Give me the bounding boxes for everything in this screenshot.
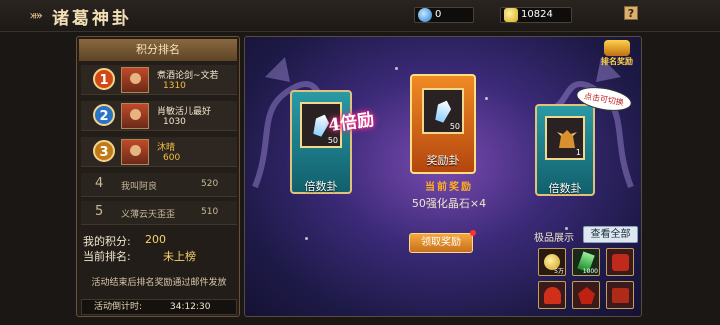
current-reward-title: 当前奖励	[425, 182, 473, 193]
page-title: 诸葛神卦	[52, 9, 132, 29]
item-count: 5万	[554, 268, 564, 275]
gold-currency: 10824	[500, 7, 572, 23]
ranking-panel: 积分排名 1 煮酒论剑~文若 1310 2 肖敏活儿最好 1030 3 沐晴 6…	[76, 36, 240, 317]
multiplier-card-right[interactable]: 1 倍数卦	[535, 104, 595, 196]
item-slot: 50	[422, 88, 464, 134]
ranking-title: 积分排名	[79, 39, 237, 61]
item-count: 50	[327, 136, 338, 145]
player-score: 1310	[163, 81, 186, 91]
player-score: 600	[163, 153, 181, 163]
player-score: 520	[201, 179, 219, 189]
rank-medal-icon: 1	[93, 68, 115, 90]
showcase-slot[interactable]: 5万	[538, 248, 566, 276]
avatar	[121, 139, 149, 165]
countdown-label: 活动倒计时:	[94, 302, 143, 312]
notification-dot	[470, 230, 476, 236]
player-name: 义薄云天歪歪	[121, 210, 176, 220]
card-label: 倍数卦	[304, 180, 338, 193]
rank-row-4[interactable]: 4 我叫阿良 520	[81, 173, 237, 197]
reward-card-center[interactable]: 50 奖励卦	[410, 74, 476, 174]
my-score-value: 200	[145, 233, 166, 246]
card-label: 奖励卦	[426, 154, 460, 167]
showcase-slot[interactable]: 1000	[572, 248, 600, 276]
rank-row-1[interactable]: 1 煮酒论剑~文若 1310	[81, 65, 237, 95]
rank-number: 5	[95, 204, 104, 219]
gem-amount: 0	[435, 9, 442, 20]
player-name: 煮酒论剑~文若	[157, 71, 219, 81]
rank-number: 4	[95, 176, 104, 191]
current-reward-detail: 50强化晶石×4	[411, 197, 487, 210]
multiplier-card-left[interactable]: 50 倍数卦	[290, 90, 352, 194]
rank-row-2[interactable]: 2 肖敏活儿最好 1030	[81, 101, 237, 131]
back-arrow-icon[interactable]: ⤘	[30, 7, 46, 23]
player-score: 1030	[163, 117, 186, 127]
showcase-slot[interactable]	[606, 281, 634, 309]
countdown-value: 34:12:30	[170, 302, 211, 312]
showcase-slot[interactable]	[572, 281, 600, 309]
player-name: 肖敏活儿最好	[157, 107, 212, 117]
countdown-bar: 活动倒计时: 34:12:30	[81, 299, 237, 315]
player-name: 我叫阿良	[121, 182, 158, 192]
claim-reward-button[interactable]: 领取奖励	[409, 233, 473, 253]
view-all-button[interactable]: 查看全部	[583, 226, 638, 243]
gold-amount: 10824	[521, 9, 553, 20]
red-helmet-icon	[544, 287, 561, 304]
gem-icon	[418, 8, 432, 22]
rank-medal-icon: 2	[93, 104, 115, 126]
item-count: 1	[575, 148, 581, 157]
showcase-slot[interactable]	[606, 248, 634, 276]
my-rank-value: 未上榜	[163, 250, 196, 263]
gold-ingot-icon	[504, 8, 518, 22]
player-score: 510	[201, 207, 219, 217]
crystal-icon	[433, 98, 454, 123]
showcase-label: 极品展示	[534, 233, 574, 244]
rank-reward-button[interactable]: 排名奖励	[598, 40, 636, 72]
item-slot: 1	[545, 116, 585, 160]
item-count: 50	[449, 122, 460, 131]
red-armor-piece-icon	[578, 287, 595, 304]
avatar	[121, 67, 149, 93]
my-score-label: 我的积分:	[83, 235, 131, 248]
showcase-slot[interactable]	[538, 281, 566, 309]
rank-reward-label: 排名奖励	[601, 57, 633, 66]
card-label: 倍数卦	[548, 182, 582, 195]
red-armor-icon	[612, 254, 629, 271]
crest-icon	[604, 40, 630, 56]
gem-currency: 0	[414, 7, 474, 23]
top-bar: ⤘ 诸葛神卦 0 10824 ?	[0, 0, 720, 32]
rank-medal-icon: 3	[93, 140, 115, 162]
red-boots-icon	[612, 288, 629, 303]
item-count: 1000	[582, 268, 598, 275]
my-rank-label: 当前排名:	[83, 250, 131, 263]
avatar	[121, 103, 149, 129]
help-button[interactable]: ?	[624, 6, 638, 20]
rank-row-5[interactable]: 5 义薄云天歪歪 510	[81, 201, 237, 225]
rank-row-3[interactable]: 3 沐晴 600	[81, 137, 237, 167]
player-name: 沐晴	[157, 143, 176, 153]
mail-notice: 活动结束后排名奖励通过邮件发放	[91, 278, 227, 288]
